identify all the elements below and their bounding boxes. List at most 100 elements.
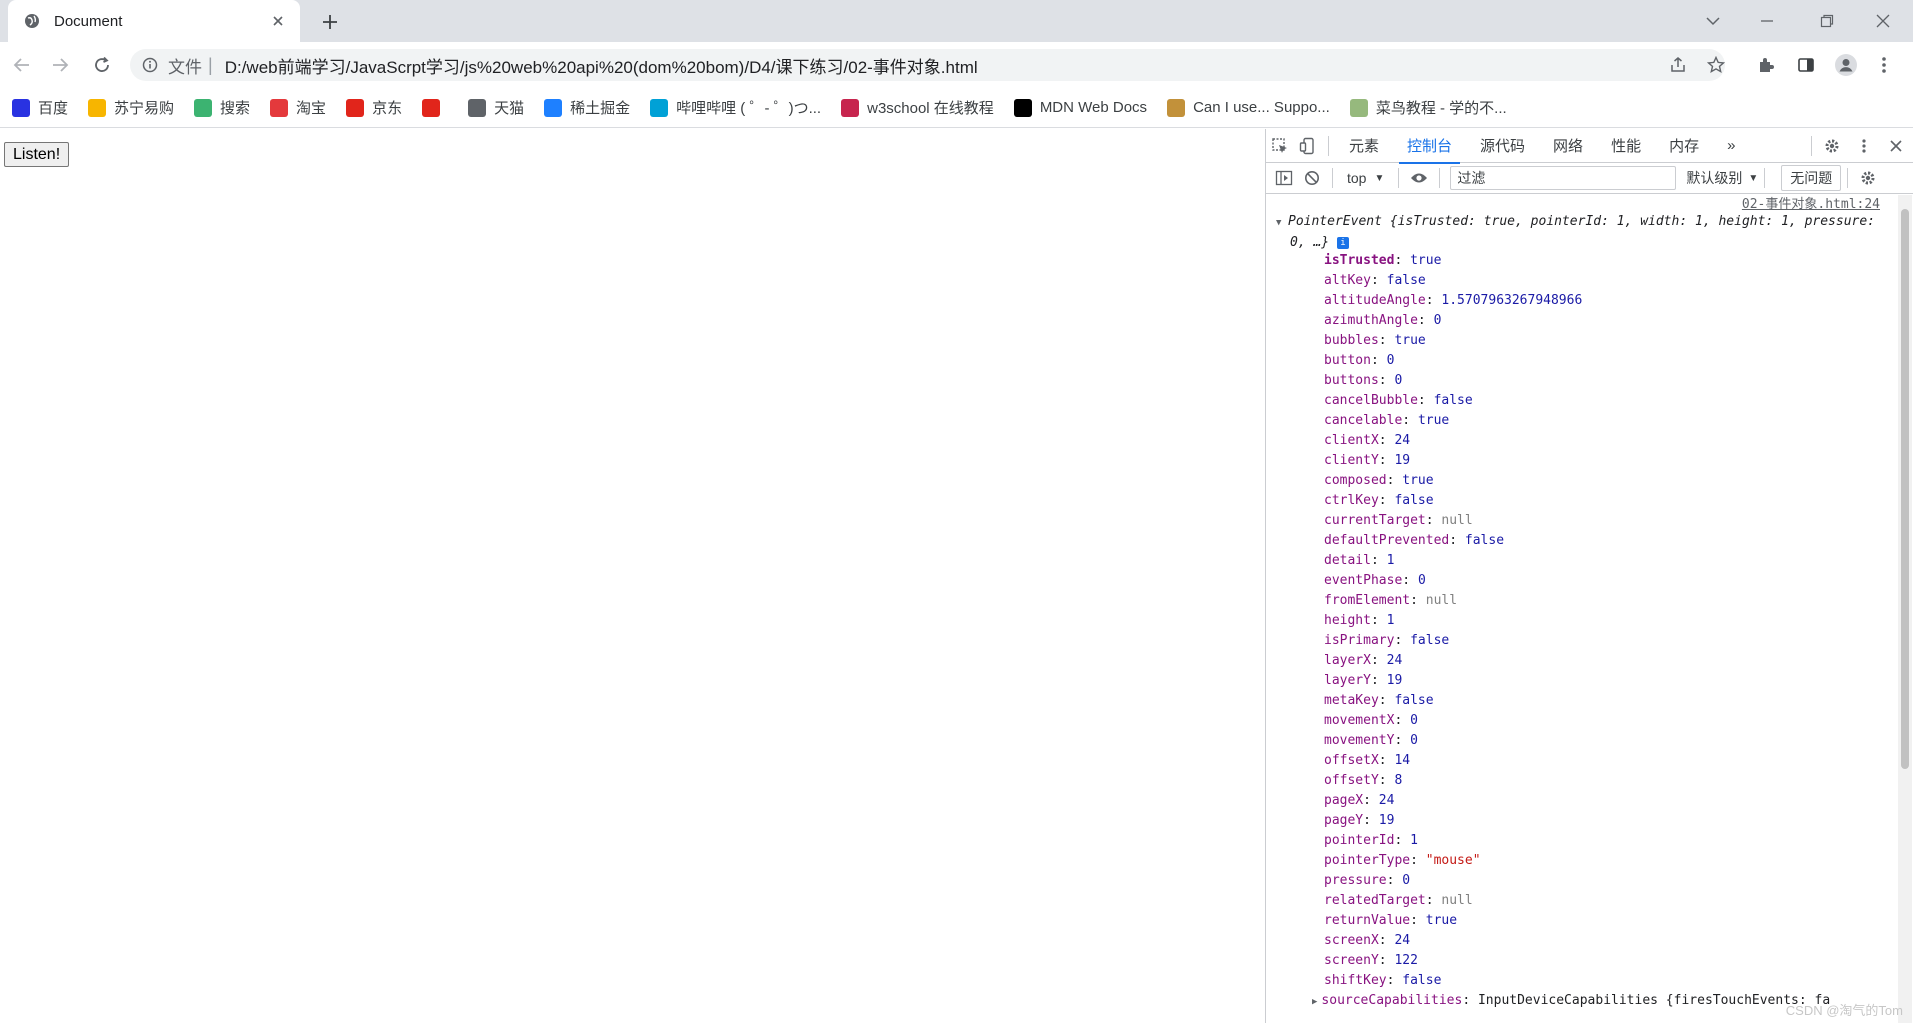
- property-row[interactable]: pointerId: 1: [1324, 831, 1884, 851]
- extensions-icon[interactable]: [1752, 51, 1780, 79]
- property-row[interactable]: movementY: 0: [1324, 731, 1884, 751]
- property-row[interactable]: returnValue: true: [1324, 911, 1884, 931]
- menu-kebab-icon[interactable]: [1870, 51, 1898, 79]
- bookmark-globe[interactable]: 天猫: [468, 97, 524, 118]
- inspect-element-icon[interactable]: [1266, 132, 1294, 160]
- console-output: 02-事件对象.html:24 ▼ PointerEvent {isTrusted…: [1266, 195, 1896, 1023]
- property-row[interactable]: composed: true: [1324, 471, 1884, 491]
- property-row[interactable]: offsetY: 8: [1324, 771, 1884, 791]
- property-row[interactable]: isTrusted: true: [1324, 251, 1884, 271]
- new-tab-button[interactable]: [318, 10, 342, 34]
- issues-button[interactable]: 无问题: [1781, 165, 1842, 191]
- property-row[interactable]: defaultPrevented: false: [1324, 531, 1884, 551]
- bookmark-baidu[interactable]: 百度: [12, 97, 68, 118]
- property-row[interactable]: relatedTarget: null: [1324, 891, 1884, 911]
- profile-avatar-icon[interactable]: [1832, 51, 1860, 79]
- property-row[interactable]: buttons: 0: [1324, 371, 1884, 391]
- property-row[interactable]: pageY: 19: [1324, 811, 1884, 831]
- property-row[interactable]: eventPhase: 0: [1324, 571, 1884, 591]
- property-row[interactable]: cancelable: true: [1324, 411, 1884, 431]
- bookmark-juejin[interactable]: 稀土掘金: [544, 97, 630, 118]
- property-row[interactable]: clientY: 19: [1324, 451, 1884, 471]
- property-row[interactable]: layerY: 19: [1324, 671, 1884, 691]
- property-row[interactable]: offsetX: 14: [1324, 751, 1884, 771]
- bookmark-mdn[interactable]: MDN Web Docs: [1013, 98, 1147, 117]
- console-filter-input[interactable]: 过滤: [1450, 166, 1677, 190]
- property-row[interactable]: screenX: 24: [1324, 931, 1884, 951]
- scrollbar-thumb[interactable]: [1901, 209, 1909, 769]
- minimize-icon[interactable]: [1752, 6, 1782, 36]
- property-row[interactable]: altitudeAngle: 1.5707963267948966: [1324, 291, 1884, 311]
- devtools-tab-5[interactable]: 内存: [1655, 129, 1713, 163]
- property-row[interactable]: isPrimary: false: [1324, 631, 1884, 651]
- property-row[interactable]: height: 1: [1324, 611, 1884, 631]
- bookmark-w3school[interactable]: w3school 在线教程: [841, 97, 994, 118]
- live-expression-eye-icon[interactable]: [1405, 164, 1433, 192]
- devtools-menu-kebab-icon[interactable]: [1850, 132, 1878, 160]
- window-close-icon[interactable]: [1868, 6, 1898, 36]
- property-row[interactable]: metaKey: false: [1324, 691, 1884, 711]
- console-object-header[interactable]: ▼ PointerEvent {isTrusted: true, pointerI…: [1276, 212, 1880, 253]
- address-bar[interactable]: 文件 | D:/web前端学习/JavaScrpt学习/js%20web%20a…: [130, 49, 1725, 81]
- property-row[interactable]: movementX: 0: [1324, 711, 1884, 731]
- log-level-dropdown[interactable]: 默认级别 ▼: [1686, 168, 1758, 188]
- devtools-close-icon[interactable]: [1882, 132, 1910, 160]
- property-row[interactable]: cancelBubble: false: [1324, 391, 1884, 411]
- more-tabs-chevron-icon[interactable]: »: [1713, 129, 1749, 163]
- bookmark-caniuse[interactable]: Can I use... Suppo...: [1167, 98, 1330, 117]
- property-row[interactable]: clientX: 24: [1324, 431, 1884, 451]
- property-row[interactable]: layerX: 24: [1324, 651, 1884, 671]
- property-row[interactable]: fromElement: null: [1324, 591, 1884, 611]
- url-text[interactable]: D:/web前端学习/JavaScrpt学习/js%20web%20api%20…: [225, 53, 1713, 78]
- forward-button[interactable]: [46, 51, 74, 79]
- context-selector[interactable]: top ▼: [1347, 170, 1384, 186]
- info-badge-icon[interactable]: i: [1336, 236, 1349, 249]
- expand-triangle-icon[interactable]: ▼: [1276, 213, 1288, 233]
- info-icon[interactable]: [142, 57, 158, 73]
- devtools-tab-2[interactable]: 源代码: [1466, 129, 1539, 163]
- console-scrollbar[interactable]: [1898, 195, 1912, 1023]
- devtools-tab-1[interactable]: 控制台: [1393, 129, 1466, 164]
- share-icon[interactable]: [1664, 51, 1692, 79]
- back-button[interactable]: [8, 51, 36, 79]
- listen-button[interactable]: Listen!: [4, 142, 70, 167]
- device-toolbar-icon[interactable]: [1294, 132, 1322, 160]
- clear-console-icon[interactable]: [1298, 164, 1326, 192]
- bookmark-suning[interactable]: 苏宁易购: [88, 97, 174, 118]
- bookmark-star-icon[interactable]: [1702, 51, 1730, 79]
- show-sidebar-icon[interactable]: [1270, 164, 1298, 192]
- bookmark-jd[interactable]: 京东: [346, 97, 402, 118]
- property-row[interactable]: bubbles: true: [1324, 331, 1884, 351]
- caniuse-icon: [1167, 98, 1186, 117]
- property-row[interactable]: azimuthAngle: 0: [1324, 311, 1884, 331]
- close-icon[interactable]: [268, 11, 288, 31]
- devtools-tab-3[interactable]: 网络: [1539, 129, 1597, 163]
- tab-document[interactable]: Document: [8, 0, 300, 42]
- property-key: pageX: [1324, 793, 1364, 808]
- console-settings-gear-icon[interactable]: [1854, 164, 1882, 192]
- bookmark-runoob[interactable]: 菜鸟教程 - 学的不...: [1349, 97, 1507, 118]
- reload-button[interactable]: [88, 51, 116, 79]
- property-row[interactable]: detail: 1: [1324, 551, 1884, 571]
- property-row[interactable]: shiftKey: false: [1324, 971, 1884, 991]
- bookmark-grid-logo[interactable]: [422, 98, 448, 117]
- property-row[interactable]: pointerType: "mouse": [1324, 851, 1884, 871]
- property-row[interactable]: currentTarget: null: [1324, 511, 1884, 531]
- restore-icon[interactable]: [1812, 6, 1842, 36]
- property-row[interactable]: pageX: 24: [1324, 791, 1884, 811]
- devtools-settings-gear-icon[interactable]: [1818, 132, 1846, 160]
- property-row[interactable]: button: 0: [1324, 351, 1884, 371]
- property-row[interactable]: altKey: false: [1324, 271, 1884, 291]
- bookmark-taobao[interactable]: 淘宝: [270, 97, 326, 118]
- expand-triangle-icon[interactable]: ▶: [1312, 997, 1317, 1007]
- devtools-tab-0[interactable]: 元素: [1335, 129, 1393, 163]
- property-row[interactable]: ctrlKey: false: [1324, 491, 1884, 511]
- property-colon: :: [1402, 413, 1418, 428]
- property-row[interactable]: pressure: 0: [1324, 871, 1884, 891]
- devtools-tab-4[interactable]: 性能: [1597, 129, 1655, 163]
- property-row[interactable]: screenY: 122: [1324, 951, 1884, 971]
- tab-search-icon[interactable]: [1698, 6, 1728, 36]
- bookmark-bilibili[interactable]: 哔哩哔哩 ( ゜- ゜)つ...: [650, 97, 821, 118]
- side-panel-icon[interactable]: [1792, 51, 1820, 79]
- bookmark-ie-search[interactable]: 搜索: [194, 97, 250, 118]
